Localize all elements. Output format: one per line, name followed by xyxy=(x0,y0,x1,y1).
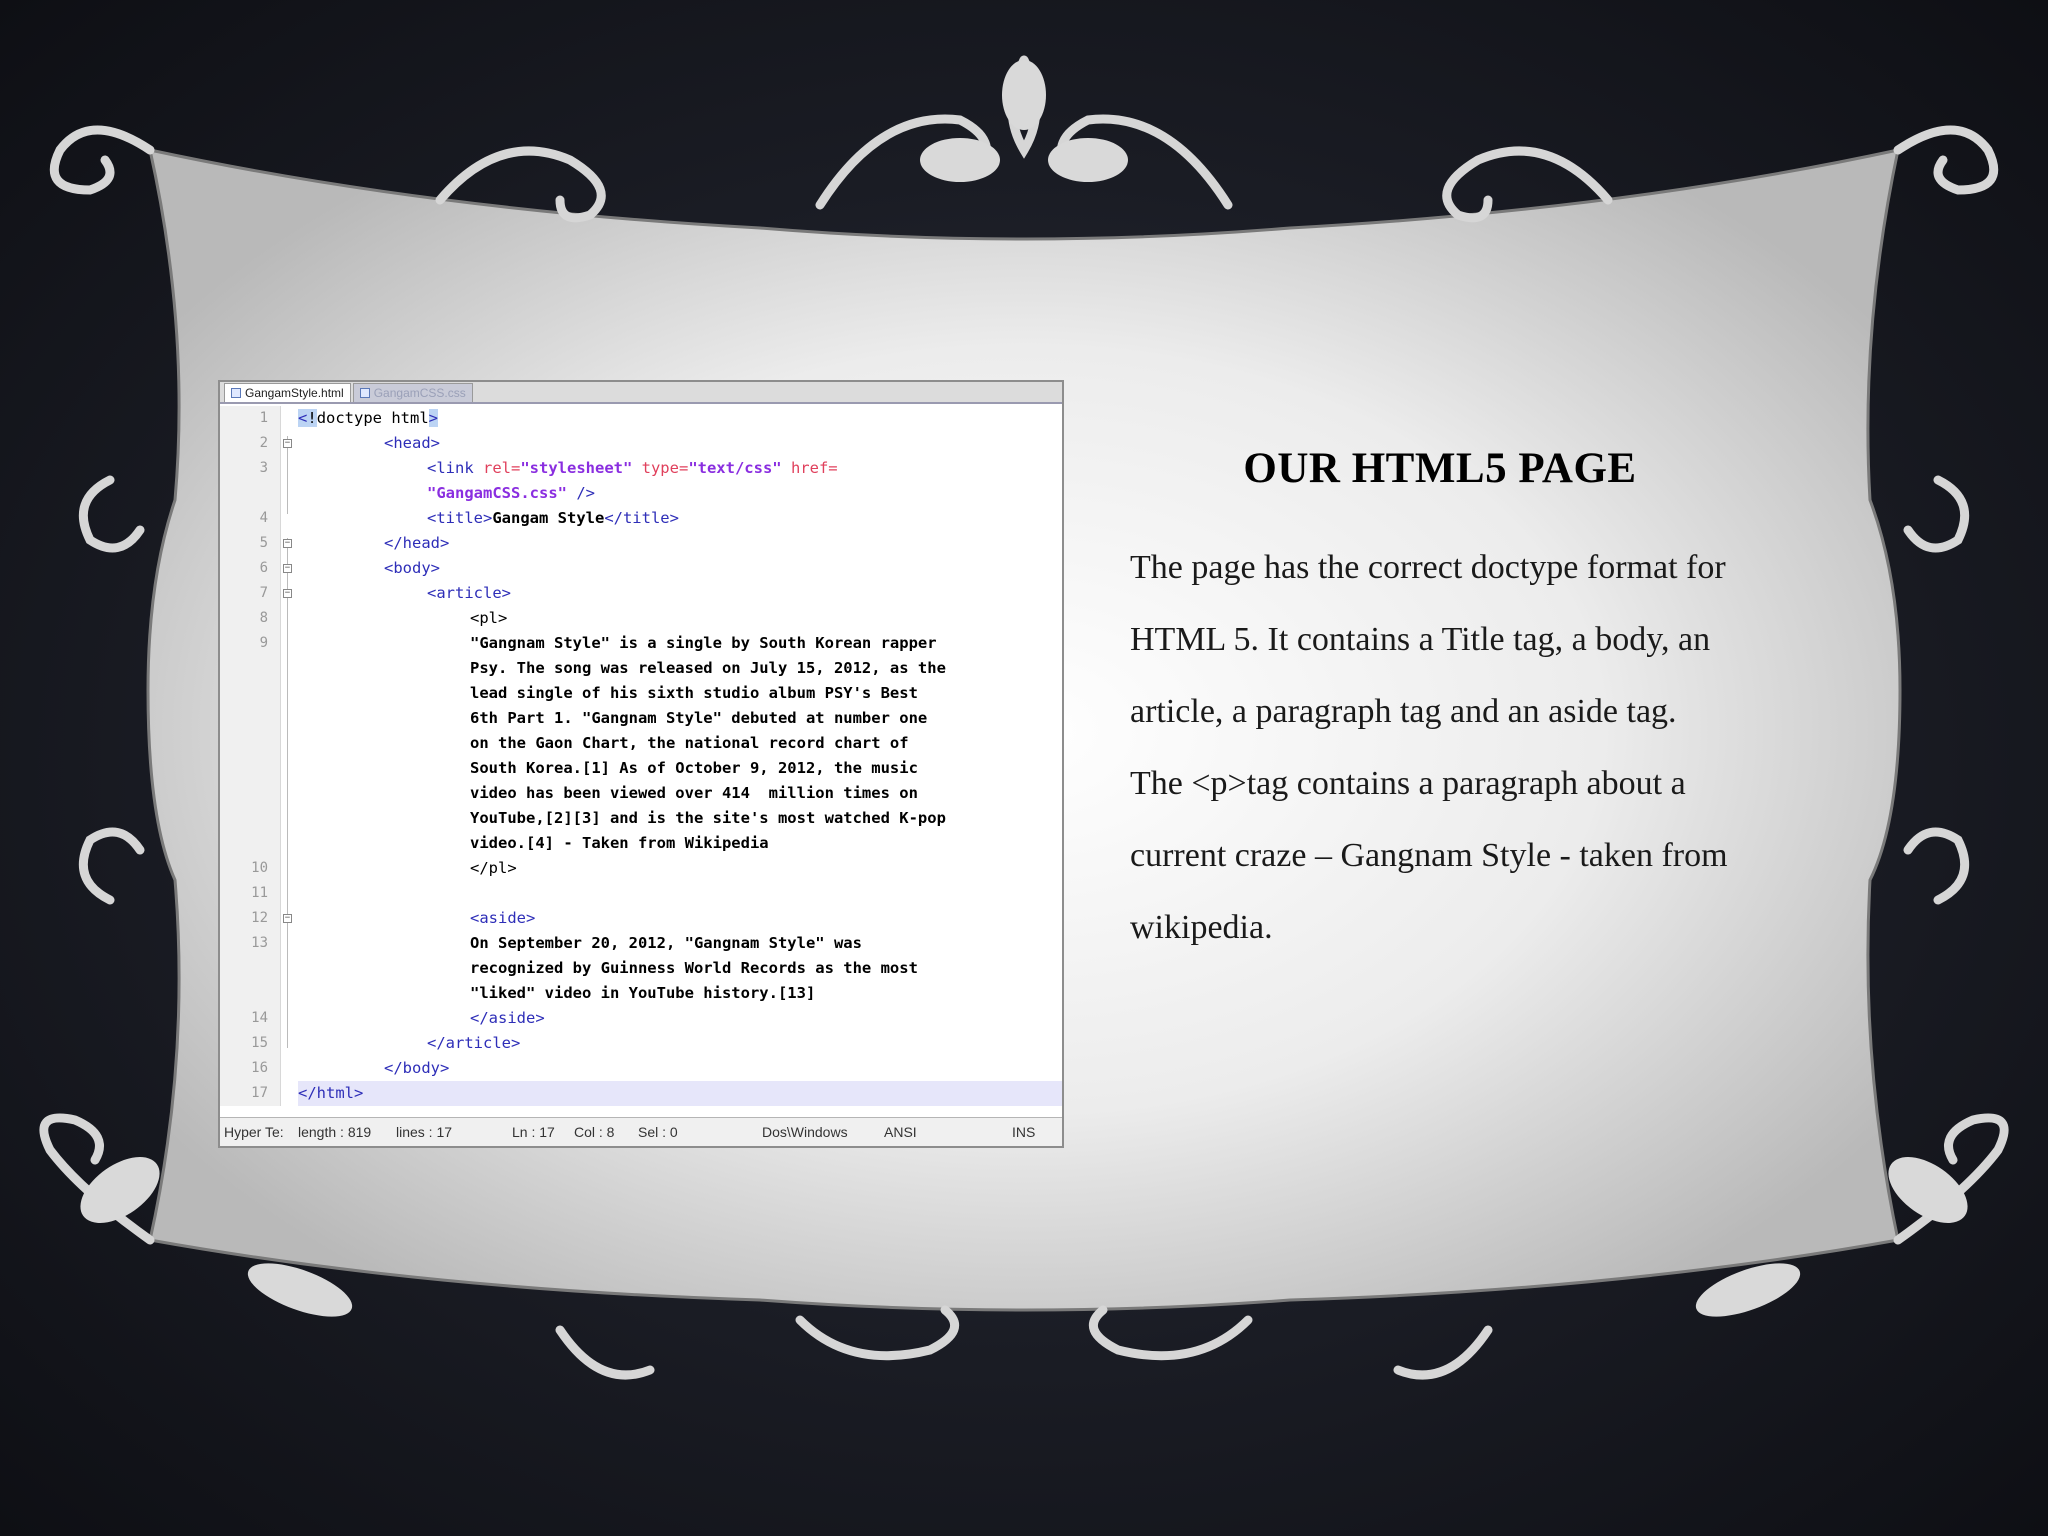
code-editor-screenshot: GangamStyle.html GangamCSS.css 123456789… xyxy=(218,380,1064,1148)
code-line: </aside> xyxy=(470,1009,545,1027)
code-line: <link rel="stylesheet" type="text/css" h… xyxy=(427,459,838,477)
fold-collapse-icon[interactable]: − xyxy=(283,439,292,448)
fold-collapse-icon[interactable]: − xyxy=(283,589,292,598)
status-mode: INS xyxy=(1012,1124,1036,1140)
status-col: Col : 8 xyxy=(574,1124,615,1140)
line-number: 8 xyxy=(259,610,268,626)
line-number: 2 xyxy=(259,435,268,451)
fold-collapse-icon[interactable]: − xyxy=(283,539,292,548)
status-lines: lines : 17 xyxy=(396,1124,453,1140)
line-number: 7 xyxy=(259,585,268,601)
code-line: <!doctype html> xyxy=(298,409,439,427)
status-ln: Ln : 17 xyxy=(512,1124,555,1140)
html-file-icon xyxy=(231,388,241,398)
line-number: 4 xyxy=(259,510,268,526)
code-line: "GangamCSS.css" /> xyxy=(427,484,595,502)
css-file-icon xyxy=(359,388,370,398)
code-line: lead single of his sixth studio album PS… xyxy=(470,684,918,702)
code-line-current: </html> xyxy=(298,1081,1062,1106)
fold-collapse-icon[interactable]: − xyxy=(283,564,292,573)
line-number: 3 xyxy=(259,460,268,476)
code-line: On September 20, 2012, "Gangnam Style" w… xyxy=(470,934,862,952)
status-file-type: Hyper Te: xyxy=(224,1124,284,1140)
code-line: Psy. The song was released on July 15, 2… xyxy=(470,659,946,677)
fold-collapse-icon[interactable]: − xyxy=(283,914,292,923)
status-eol: Dos\Windows xyxy=(762,1124,848,1140)
code-line: 6th Part 1. "Gangnam Style" debuted at n… xyxy=(470,709,928,727)
line-number: 17 xyxy=(251,1085,268,1101)
editor-status-bar: Hyper Te: length : 819 lines : 17 Ln : 1… xyxy=(220,1117,1062,1146)
code-line: <head> xyxy=(384,434,440,452)
tab-gangamcss-css[interactable]: GangamCSS.css xyxy=(352,383,473,402)
line-number: 13 xyxy=(251,935,268,951)
code-line: video.[4] - Taken from Wikipedia xyxy=(470,834,769,852)
line-number: 5 xyxy=(259,535,268,551)
code-area[interactable]: 1 2 3 4 5 6 7 8 9 10 11 12 13 14 15 16 17 − − − − − <!do… xyxy=(220,406,1062,1106)
fold-guide xyxy=(287,538,288,1048)
code-line: </article> xyxy=(427,1034,521,1052)
line-number: 16 xyxy=(251,1060,268,1076)
slide-title: OUR HTML5 PAGE xyxy=(1243,445,1637,492)
code-line: South Korea.[1] As of October 9, 2012, t… xyxy=(470,759,918,777)
status-sel: Sel : 0 xyxy=(638,1124,678,1140)
line-number: 1 xyxy=(259,410,268,426)
line-number: 9 xyxy=(259,635,268,651)
editor-tab-bar: GangamStyle.html GangamCSS.css xyxy=(220,382,1062,404)
code-line: </head> xyxy=(384,534,450,552)
code-line: "liked" video in YouTube history.[13] xyxy=(470,984,816,1002)
line-number: 10 xyxy=(251,860,268,876)
tab-gangamstyle-html[interactable]: GangamStyle.html xyxy=(224,383,351,402)
code-line: <body> xyxy=(384,559,440,577)
code-line: </pl> xyxy=(470,859,517,877)
status-encoding: ANSI xyxy=(884,1124,917,1140)
code-line: </body> xyxy=(384,1059,450,1077)
tab-label: GangamCSS.css xyxy=(373,386,466,400)
code-line: on the Gaon Chart, the national record c… xyxy=(470,734,909,752)
code-line: <title>Gangam Style</title> xyxy=(427,509,679,527)
status-length: length : 819 xyxy=(298,1124,372,1140)
code-line: <article> xyxy=(427,584,511,602)
line-number-gutter: 1 2 3 4 5 6 7 8 9 10 11 12 13 14 15 16 17 xyxy=(220,406,281,1106)
code-line: video has been viewed over 414 million t… xyxy=(470,784,918,802)
line-number: 15 xyxy=(251,1035,268,1051)
code-line: <aside> xyxy=(470,909,536,927)
code-line: <pl> xyxy=(470,609,508,627)
tab-label: GangamStyle.html xyxy=(245,386,344,400)
slide-body-text: The page has the correct doctype format … xyxy=(1130,549,1728,946)
line-number: 11 xyxy=(251,885,268,901)
code-line: YouTube,[2][3] and is the site's most wa… xyxy=(470,809,946,827)
code-line: recognized by Guinness World Records as … xyxy=(470,959,918,977)
code-line: "Gangnam Style" is a single by South Kor… xyxy=(470,634,937,652)
line-number: 14 xyxy=(251,1010,268,1026)
line-number: 12 xyxy=(251,910,268,926)
line-number: 6 xyxy=(259,560,268,576)
